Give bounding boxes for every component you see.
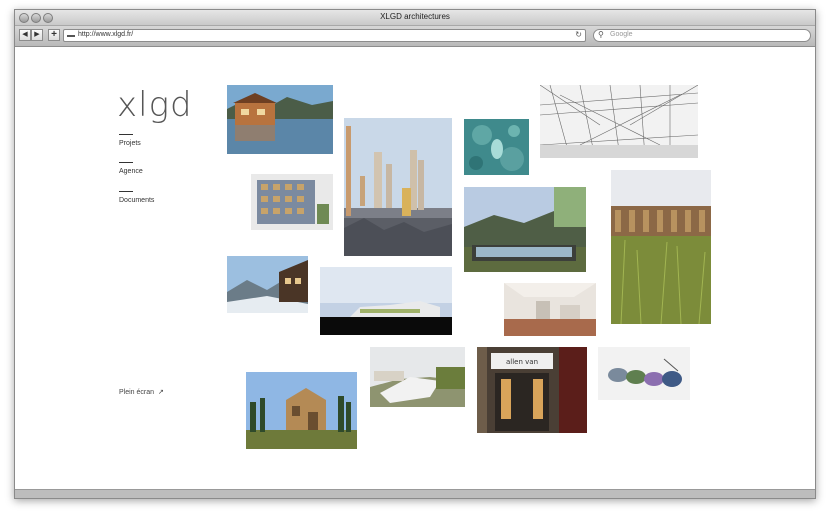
expand-arrow-icon[interactable]: ↗ [158,388,164,396]
forward-arrow-icon: ▶ [34,31,40,38]
photo-capsule-vehicle[interactable] [598,347,690,400]
search-icon: ⚲ [598,30,604,39]
photo-mountain-chalet[interactable] [227,256,308,313]
nav-agence[interactable]: Agence [119,162,143,175]
shop-sign-text: allen van [506,358,538,366]
nav-projets[interactable]: Projets [119,134,141,147]
nav-documents[interactable]: Documents [119,191,154,204]
photo-chalet-lake[interactable] [227,85,333,154]
plus-icon: + [51,29,57,40]
search-field[interactable]: ⚲ Google [593,29,811,42]
forward-button[interactable]: ▶ [31,29,43,41]
browser-window: XLGD architectures ◀ ▶ + http://www.xlgd… [14,9,816,499]
nav-rule [119,162,133,163]
nav-label-agence: Agence [119,168,143,175]
photo-interior[interactable] [504,283,596,336]
address-text: http://www.xlgd.fr/ [78,31,134,38]
nav-rule [119,134,133,135]
page-content: xlgd Projets Agence Documents Plein écra… [15,47,815,491]
photo-apartment-building[interactable] [251,174,333,230]
photo-teal-artwork[interactable] [464,119,529,175]
nav-rule [119,191,133,192]
title-bar: XLGD architectures [15,10,815,26]
photo-hillside-housing[interactable] [370,347,465,407]
photo-shop-front[interactable]: allen van [477,347,587,433]
photo-house-hills[interactable] [464,187,586,272]
nav-label-documents: Documents [119,197,155,204]
back-button[interactable]: ◀ [19,29,31,41]
photo-towers-city[interactable] [344,118,452,256]
favicon-icon [67,35,75,37]
reload-icon[interactable]: ↻ [575,30,582,39]
browser-toolbar: ◀ ▶ + http://www.xlgd.fr/ ↻ ⚲ Google [15,26,815,47]
photo-timber-house[interactable] [246,372,357,449]
search-placeholder: Google [610,31,633,38]
browser-bottom-bar [15,489,815,498]
photo-building-elevation[interactable] [320,267,452,335]
nav-label-projets: Projets [119,140,141,147]
address-bar[interactable]: http://www.xlgd.fr/ ↻ [63,29,586,42]
photo-wooden-building-meadow[interactable] [611,170,711,324]
photo-station-sketch[interactable] [540,85,698,158]
add-bookmark-button[interactable]: + [48,29,60,41]
back-arrow-icon: ◀ [22,31,28,38]
site-logo[interactable]: xlgd [117,85,193,125]
fullscreen-link[interactable]: Plein écran [119,389,154,396]
window-title: XLGD architectures [380,12,450,21]
